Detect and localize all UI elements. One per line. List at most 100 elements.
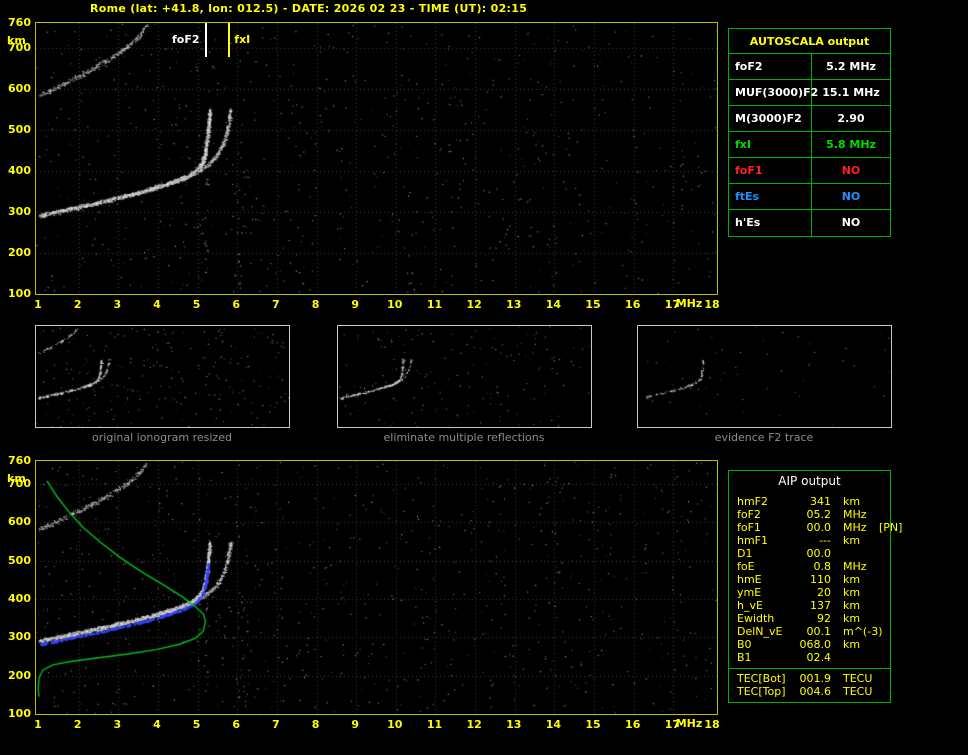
aip-param: TEC[Top] — [737, 685, 795, 698]
y-axis-unit: km — [7, 34, 31, 47]
autoscala-row-M(3000)F2: M(3000)F22.90 — [729, 106, 890, 132]
autoscala-row-MUF(3000)F2: MUF(3000)F215.1 MHz — [729, 80, 890, 106]
aip-unit: km — [831, 586, 877, 599]
autoscala-table-rows: foF25.2 MHzMUF(3000)F215.1 MHzM(3000)F22… — [729, 54, 890, 236]
aip-param: ymE — [737, 586, 795, 599]
aip-val: 068.0 — [795, 638, 831, 651]
autoscala-param-value: 5.8 MHz — [812, 132, 890, 157]
aip-val: 92 — [795, 612, 831, 625]
autoscala-param-value: NO — [812, 158, 890, 183]
y-tick-label: 400 — [0, 164, 31, 177]
y-tick-label: 300 — [0, 630, 31, 643]
autoscala-param-value: 15.1 MHz — [812, 80, 890, 105]
aip-extra: [PN] — [877, 521, 902, 534]
y-tick-label: 760 — [0, 16, 31, 29]
aip-unit: km — [831, 534, 877, 547]
x-tick-label: 13 — [502, 718, 526, 731]
aip-unit — [831, 547, 877, 560]
aip-row-D1: D100.0 — [729, 547, 890, 560]
aip-extra — [877, 685, 890, 698]
marker-line-foF2 — [205, 23, 207, 57]
autoscala-row-foF2: foF25.2 MHz — [729, 54, 890, 80]
autoscala-param-label: M(3000)F2 — [729, 106, 812, 131]
aip-row-DelN_vE: DelN_vE00.1m^(-3) — [729, 625, 890, 638]
aip-extra — [877, 534, 890, 547]
y-tick-label: 400 — [0, 592, 31, 605]
x-axis-unit: MHz — [673, 297, 705, 310]
x-tick-label: 11 — [422, 718, 446, 731]
x-tick-label: 13 — [502, 298, 526, 311]
x-tick-label: 3 — [105, 718, 129, 731]
thumbnail-step-2 — [337, 325, 592, 428]
x-tick-label: 10 — [383, 298, 407, 311]
x-tick-label: 16 — [621, 718, 645, 731]
x-tick-label: 15 — [581, 718, 605, 731]
aip-row-h_vE: h_vE137km — [729, 599, 890, 612]
thumbnail-step-1 — [35, 325, 290, 428]
autoscala-param-label: fxI — [729, 132, 812, 157]
thumbnail-caption-1: original ionogram resized — [52, 431, 272, 444]
aip-param: foF2 — [737, 508, 795, 521]
aip-unit: m^(-3) — [831, 625, 877, 638]
autoscala-row-h'Es: h'EsNO — [729, 210, 890, 236]
aip-param: foF1 — [737, 521, 795, 534]
x-tick-label: 2 — [66, 298, 90, 311]
aip-tec-rows: TEC[Bot]001.9TECUTEC[Top]004.6TECU — [729, 668, 890, 702]
aip-param: D1 — [737, 547, 795, 560]
aip-row-foF2: foF205.2MHz — [729, 508, 890, 521]
y-tick-label: 300 — [0, 205, 31, 218]
aip-param: hmF2 — [737, 495, 795, 508]
aip-table-title: AIP output — [729, 471, 890, 492]
aip-unit: TECU — [831, 685, 877, 698]
aip-extra — [877, 586, 890, 599]
y-tick-label: 500 — [0, 123, 31, 136]
aip-val: --- — [795, 534, 831, 547]
x-tick-label: 15 — [581, 298, 605, 311]
autoscala-param-value: 5.2 MHz — [812, 54, 890, 79]
aip-row-ymE: ymE20km — [729, 586, 890, 599]
x-axis-unit: MHz — [673, 717, 705, 730]
aip-param: hmF1 — [737, 534, 795, 547]
aip-unit: km — [831, 599, 877, 612]
aip-unit: km — [831, 638, 877, 651]
aip-unit: MHz — [831, 521, 877, 534]
aip-param: B1 — [737, 651, 795, 664]
aip-extra — [877, 638, 890, 651]
aip-extra — [877, 560, 890, 573]
aip-row-TEC[Bot]: TEC[Bot]001.9TECU — [729, 672, 890, 685]
aip-param: hmE — [737, 573, 795, 586]
autoscala-param-label: ftEs — [729, 184, 812, 209]
aip-unit: MHz — [831, 508, 877, 521]
autoscala-row-foF1: foF1NO — [729, 158, 890, 184]
aip-extra — [877, 547, 890, 560]
aip-table: AIP output hmF2341kmfoF205.2MHzfoF100.0M… — [728, 470, 891, 703]
aip-unit — [831, 651, 877, 664]
autoscala-table-title: AUTOSCALA output — [729, 29, 890, 54]
x-tick-label: 8 — [304, 718, 328, 731]
autoscala-param-value: 2.90 — [812, 106, 890, 131]
aip-extra — [877, 599, 890, 612]
autoscala-param-label: h'Es — [729, 210, 812, 236]
x-tick-label: 4 — [145, 298, 169, 311]
x-tick-label: 6 — [224, 298, 248, 311]
autoscala-param-label: foF2 — [729, 54, 812, 79]
aip-param: TEC[Bot] — [737, 672, 795, 685]
x-tick-label: 7 — [264, 718, 288, 731]
autoscala-window: Rome (lat: +41.8, lon: 012.5) - DATE: 20… — [0, 0, 968, 755]
y-tick-label: 100 — [0, 287, 31, 300]
aip-val: 004.6 — [795, 685, 831, 698]
aip-row-B1: B102.4 — [729, 651, 890, 664]
aip-row-hmF1: hmF1---km — [729, 534, 890, 547]
x-tick-label: 4 — [145, 718, 169, 731]
x-tick-label: 14 — [541, 718, 565, 731]
x-tick-label: 16 — [621, 298, 645, 311]
aip-unit: km — [831, 573, 877, 586]
x-tick-label: 9 — [343, 718, 367, 731]
aip-unit: MHz — [831, 560, 877, 573]
autoscala-row-ftEs: ftEsNO — [729, 184, 890, 210]
x-tick-label: 5 — [185, 718, 209, 731]
y-tick-label: 760 — [0, 454, 31, 467]
aip-extra — [877, 573, 890, 586]
aip-extra — [877, 612, 890, 625]
x-tick-label: 3 — [105, 298, 129, 311]
